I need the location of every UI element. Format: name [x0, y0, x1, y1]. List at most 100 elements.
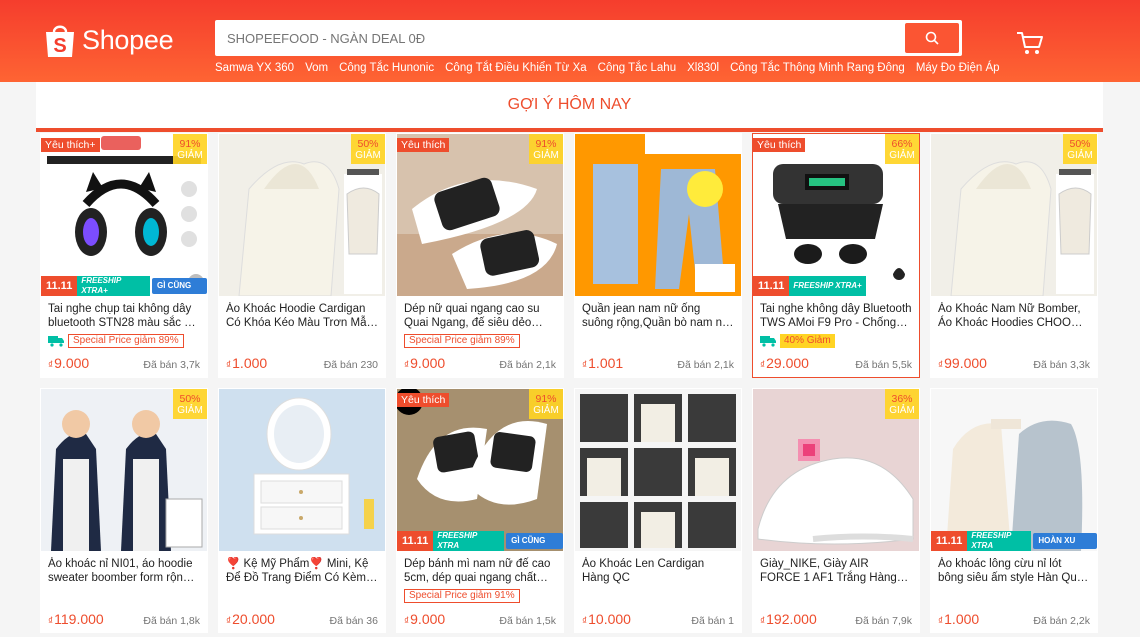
search-suggestions: Samwa YX 360 Vom Công Tắc Hunonic Công T… [215, 62, 1000, 78]
favorite-badge: Yêu thích [397, 138, 450, 152]
price-value: 119.000 [54, 611, 104, 627]
discount-badge: 50% GIẢM [351, 134, 385, 164]
sold-count: Đã bán 2,1k [677, 359, 734, 371]
suggestion-link[interactable]: Công Tắt Điều Khiển Từ Xa [445, 62, 587, 78]
shopee-logo[interactable]: S Shopee [44, 20, 174, 60]
promo-strip: 11.11FREESHIP XTRAGÌ CŨNG RẺ [397, 531, 563, 551]
currency-symbol: ₫ [760, 616, 766, 627]
currency-symbol: ₫ [404, 360, 410, 371]
discount-badge: 91% GIẢM [529, 134, 563, 164]
discount-percent: 66% [891, 137, 913, 150]
sold-count: Đã bán 1,8k [143, 615, 200, 627]
search-bar [215, 20, 962, 56]
price-value: 10.000 [588, 611, 631, 627]
suggestion-link[interactable]: Công Tắc Hunonic [339, 62, 434, 78]
product-price: ₫9.000 [48, 355, 89, 371]
product-image: 50% GIẢM [219, 134, 385, 296]
suggestion-link[interactable]: Công Tắc Thông Minh Rang Đông [730, 62, 905, 78]
product-card[interactable]: 50% GIẢM Áo Khoác Nam Nữ Bomber, Áo Khoác … [930, 133, 1098, 378]
discount-badge: 50% GIẢM [173, 389, 207, 419]
suggestion-link[interactable]: Máy Đo Điện Áp [916, 62, 1000, 78]
product-name: Áo Khoác Nam Nữ Bomber, Áo Khoác Hoodies… [938, 303, 1087, 329]
discount-label: GIẢM [533, 404, 559, 416]
discount-badge: 36% GIẢM [885, 389, 919, 419]
product-grid: Yêu thích+ 91% GIẢM 11.11 FREESHIP XTRA+ GÌ C… [40, 133, 1100, 633]
sold-count: Đã bán 5,5k [855, 359, 912, 371]
product-card[interactable]: 50% GIẢM Áo khoác nỉ NI01, áo hoodie sweat… [40, 388, 208, 633]
product-price: ₫10.000 [582, 611, 631, 627]
product-price: ₫20.000 [226, 611, 275, 627]
price-value: 9.000 [410, 355, 446, 371]
promo-label: FREESHIP XTRA+ [789, 276, 866, 296]
discount-label: GIẢM [533, 149, 559, 161]
promo-label: FREESHIP XTRA [433, 531, 505, 551]
discount-label: GIẢM [1067, 149, 1093, 161]
product-image: 36% GIẢM [753, 389, 919, 551]
product-image [575, 134, 741, 296]
product-name: ❣️ Kệ Mỹ Phẩm❣️ Mini, Kệ Để Đồ Trang Điể… [226, 558, 369, 584]
price-tag: Special Price giảm 89% [68, 334, 184, 348]
sold-count: Đã bán 2,1k [499, 359, 556, 371]
discount-percent: 50% [357, 137, 379, 150]
product-card[interactable]: 50% GIẢM Áo Khoác Hoodie Cardigan Có Khóa … [218, 133, 386, 378]
section-header[interactable]: Gợi ý hôm nay [36, 82, 1103, 132]
suggestion-link[interactable]: Vom [305, 62, 328, 78]
price-value: 1.000 [232, 355, 268, 371]
product-name: Tai nghe chụp tai không dây bluetooth ST… [48, 303, 197, 329]
cart-button[interactable] [1015, 30, 1045, 56]
sold-count: Đã bán 36 [329, 615, 378, 627]
product-name: Giày_NIKE, Giày AIR FORCE 1 AF1 Trắng Hà… [760, 558, 897, 584]
price-value: 99.000 [944, 355, 987, 371]
section-title: Gợi ý hôm nay [507, 96, 632, 113]
discount-label: GIẢM [889, 404, 915, 416]
price-value: 9.000 [410, 611, 446, 627]
currency-symbol: ₫ [582, 360, 588, 371]
product-price: ₫119.000 [48, 611, 104, 627]
product-image: Yêu thích+ 91% GIẢM 11.11 FREESHIP XTRA+ GÌ C… [41, 134, 207, 296]
product-card[interactable]: Yêu thích 91% GIẢM Dép nữ quai ngang cao su… [396, 133, 564, 378]
product-card[interactable]: Yêu thích 66% GIẢM 11.11 FREESHIP XTRA+ Tai n… [752, 133, 920, 378]
product-image [575, 389, 741, 551]
cart-icon [1017, 32, 1043, 54]
currency-symbol: ₫ [48, 360, 54, 371]
product-name: Dép nữ quai ngang cao su Quai Ngang, đế … [404, 303, 540, 329]
sold-count: Đã bán 3,7k [143, 359, 200, 371]
price-value: 1.000 [944, 611, 980, 627]
discount-badge: 91% GIẢM [529, 389, 563, 419]
shopping-bag-icon: S [44, 22, 76, 58]
discount-label: GIẢM [889, 149, 915, 161]
suggestion-link[interactable]: Công Tắc Lahu [598, 62, 676, 78]
product-name: Tai nghe không dây Bluetooth TWS AMoi F9… [760, 303, 912, 329]
svg-text:S: S [53, 35, 66, 57]
favorite-badge: Yêu thích+ [41, 138, 100, 152]
product-image: Yêu thích 66% GIẢM 11.11 FREESHIP XTRA+ [753, 134, 919, 296]
search-input[interactable] [215, 20, 903, 56]
price-value: 9.000 [54, 355, 90, 371]
promo-label: GÌ CŨNG RẺ [152, 278, 207, 294]
product-image: Yêu thích 91% GIẢM 11.11 FREESHIP XTRA GÌ CŨN… [397, 389, 563, 551]
freeship-truck-icon [48, 336, 64, 347]
suggestion-link[interactable]: Samwa YX 360 [215, 62, 294, 78]
product-card[interactable]: ❣️ Kệ Mỹ Phẩm❣️ Mini, Kệ Để Đồ Trang Điể… [218, 388, 386, 633]
product-price: ₫1.000 [226, 355, 267, 371]
sold-count: Đã bán 3,3k [1033, 359, 1090, 371]
product-name: Áo khoác nỉ NI01, áo hoodie sweater boom… [48, 558, 193, 584]
search-button[interactable] [905, 23, 959, 53]
product-card[interactable]: Yêu thích 91% GIẢM 11.11 FREESHIP XTRA GÌ CŨN… [396, 388, 564, 633]
discount-badge: 66% GIẢM [885, 134, 919, 164]
product-card[interactable]: Quần jean nam nữ ống suông rộng,Quần bò … [574, 133, 742, 378]
product-image: 11.11FREESHIP XTRAHOÀN XU XTRA [931, 389, 1097, 551]
product-price: ₫1.000 [938, 611, 979, 627]
product-card[interactable]: Áo Khoác Len Cardigan Hàng QC ₫10.000 Đã b… [574, 388, 742, 633]
product-card[interactable]: 36% GIẢM Giày_NIKE, Giày AIR FORCE 1 AF1 T… [752, 388, 920, 633]
suggestion-link[interactable]: Xl830l [687, 62, 719, 78]
product-name: Áo khoác lông cừu nỉ lót bông siêu ấm st… [938, 558, 1089, 584]
promo-strip: 11.11FREESHIP XTRAHOÀN XU XTRA [931, 531, 1097, 551]
price-tag: Special Price giảm 89% [404, 334, 520, 348]
product-card[interactable]: Yêu thích+ 91% GIẢM 11.11 FREESHIP XTRA+ GÌ C… [40, 133, 208, 378]
search-icon [925, 31, 939, 45]
product-card[interactable]: 11.11FREESHIP XTRAHOÀN XU XTRA Áo khoác l… [930, 388, 1098, 633]
product-price: ₫9.000 [404, 611, 445, 627]
discount-percent: 50% [1069, 137, 1091, 150]
product-price: ₫29.000 [760, 355, 809, 371]
